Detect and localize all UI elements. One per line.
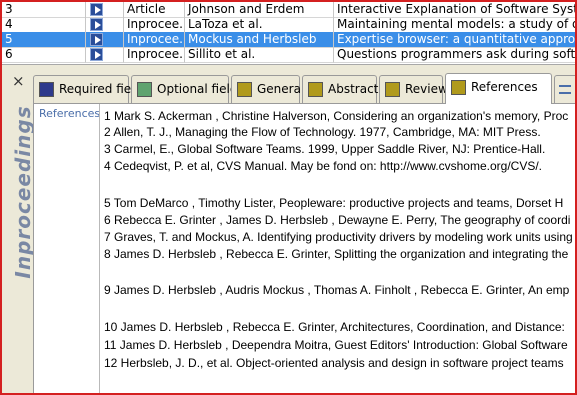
tab-color-icon bbox=[237, 82, 252, 97]
document-icon[interactable] bbox=[90, 18, 103, 31]
tab-abstract[interactable]: Abstract bbox=[302, 75, 379, 103]
splitter[interactable] bbox=[2, 64, 575, 72]
document-icon[interactable] bbox=[90, 3, 103, 16]
reference-line: 9 James D. Herbsleb , Audris Mockus , Th… bbox=[104, 283, 570, 297]
reference-line: 11 James D. Herbsleb , Deependra Moitra,… bbox=[104, 338, 568, 352]
tab-general[interactable]: General bbox=[231, 75, 304, 103]
tab-label: General bbox=[257, 82, 305, 96]
tab-color-icon bbox=[39, 82, 54, 97]
table-row[interactable]: 4 Inprocee... LaToza et al. Maintaining … bbox=[2, 17, 575, 33]
close-icon[interactable]: × bbox=[12, 73, 25, 89]
author-cell: Johnson and Erdem bbox=[185, 2, 334, 18]
tab-color-icon bbox=[137, 82, 152, 97]
tab-overflow[interactable] bbox=[554, 75, 575, 103]
reference-line: 2 Allen, T. J., Managing the Flow of Tec… bbox=[104, 125, 541, 139]
reference-line: 3 Carmel, E., Global Software Teams. 199… bbox=[104, 142, 546, 156]
row-number: 3 bbox=[2, 2, 86, 18]
tab-label: Review bbox=[405, 82, 448, 96]
entry-type-cell: Inprocee... bbox=[124, 17, 185, 33]
title-cell: Questions programmers ask during softwar… bbox=[334, 47, 575, 63]
entry-editor-window: 3 Article Johnson and Erdem Interactive … bbox=[0, 0, 577, 395]
tab-review[interactable]: Review bbox=[379, 75, 448, 103]
row-number: 4 bbox=[2, 17, 86, 33]
entry-type-cell: Article bbox=[124, 2, 185, 18]
document-icon[interactable] bbox=[90, 33, 103, 46]
tab-required-fields[interactable]: Required fields bbox=[33, 75, 148, 103]
reference-line: 7 Graves, T. and Mockus, A. Identifying … bbox=[104, 230, 573, 244]
references-panel: References 1 Mark S. Ackerman , Christin… bbox=[33, 103, 575, 393]
references-textarea[interactable]: 1 Mark S. Ackerman , Christine Halverson… bbox=[99, 104, 575, 393]
title-cell: Maintaining mental models: a study of de… bbox=[334, 17, 575, 33]
author-cell: Mockus and Herbsleb bbox=[185, 32, 334, 48]
reference-line: 8 James D. Herbsleb , Rebecca E. Grinter… bbox=[104, 247, 569, 261]
entry-type-cell: Inprocee... bbox=[124, 47, 185, 63]
field-label: References bbox=[39, 107, 101, 120]
tab-optional-fields[interactable]: Optional fields bbox=[131, 75, 244, 103]
title-cell: Expertise browser: a quantitative approa… bbox=[334, 32, 575, 48]
tab-color-icon bbox=[451, 80, 466, 95]
tab-references[interactable]: References bbox=[445, 73, 552, 104]
author-cell: LaToza et al. bbox=[185, 17, 334, 33]
document-icon[interactable] bbox=[90, 48, 103, 61]
tab-label: References bbox=[471, 80, 538, 94]
table-row[interactable]: 6 Inprocee... Sillito et al. Questions p… bbox=[2, 47, 575, 63]
table-row[interactable]: 5 Inprocee... Mockus and Herbsleb Expert… bbox=[2, 32, 575, 48]
reference-line: 4 Cedeqvist, P. et al, CVS Manual. May b… bbox=[104, 159, 542, 173]
entry-table: 3 Article Johnson and Erdem Interactive … bbox=[2, 2, 575, 64]
title-cell: Interactive Explanation of Software Syst… bbox=[334, 2, 575, 18]
reference-line: 6 Rebecca E. Grinter , James D. Herbsleb… bbox=[104, 213, 571, 227]
tab-color-icon bbox=[385, 82, 400, 97]
reference-line: 10 James D. Herbsleb , Rebecca E. Grinte… bbox=[104, 320, 565, 334]
reference-line: 1 Mark S. Ackerman , Christine Halverson… bbox=[104, 109, 569, 123]
tab-color-icon bbox=[308, 82, 323, 97]
row-number: 5 bbox=[2, 32, 86, 48]
entry-type-cell: Inprocee... bbox=[124, 32, 185, 48]
table-row[interactable]: 3 Article Johnson and Erdem Interactive … bbox=[2, 2, 575, 18]
author-cell: Sillito et al. bbox=[185, 47, 334, 63]
lines-icon bbox=[559, 85, 571, 94]
tab-label: Abstract bbox=[328, 82, 379, 96]
row-number: 6 bbox=[2, 47, 86, 63]
reference-line: 12 Herbsleb, J. D., et al. Object-orient… bbox=[104, 356, 564, 370]
entry-type-label: Inproceedings bbox=[11, 105, 35, 279]
reference-line: 5 Tom DeMarco , Timothy Lister, Peoplewa… bbox=[104, 196, 564, 210]
tab-bar: Required fields Optional fields General … bbox=[33, 73, 575, 104]
